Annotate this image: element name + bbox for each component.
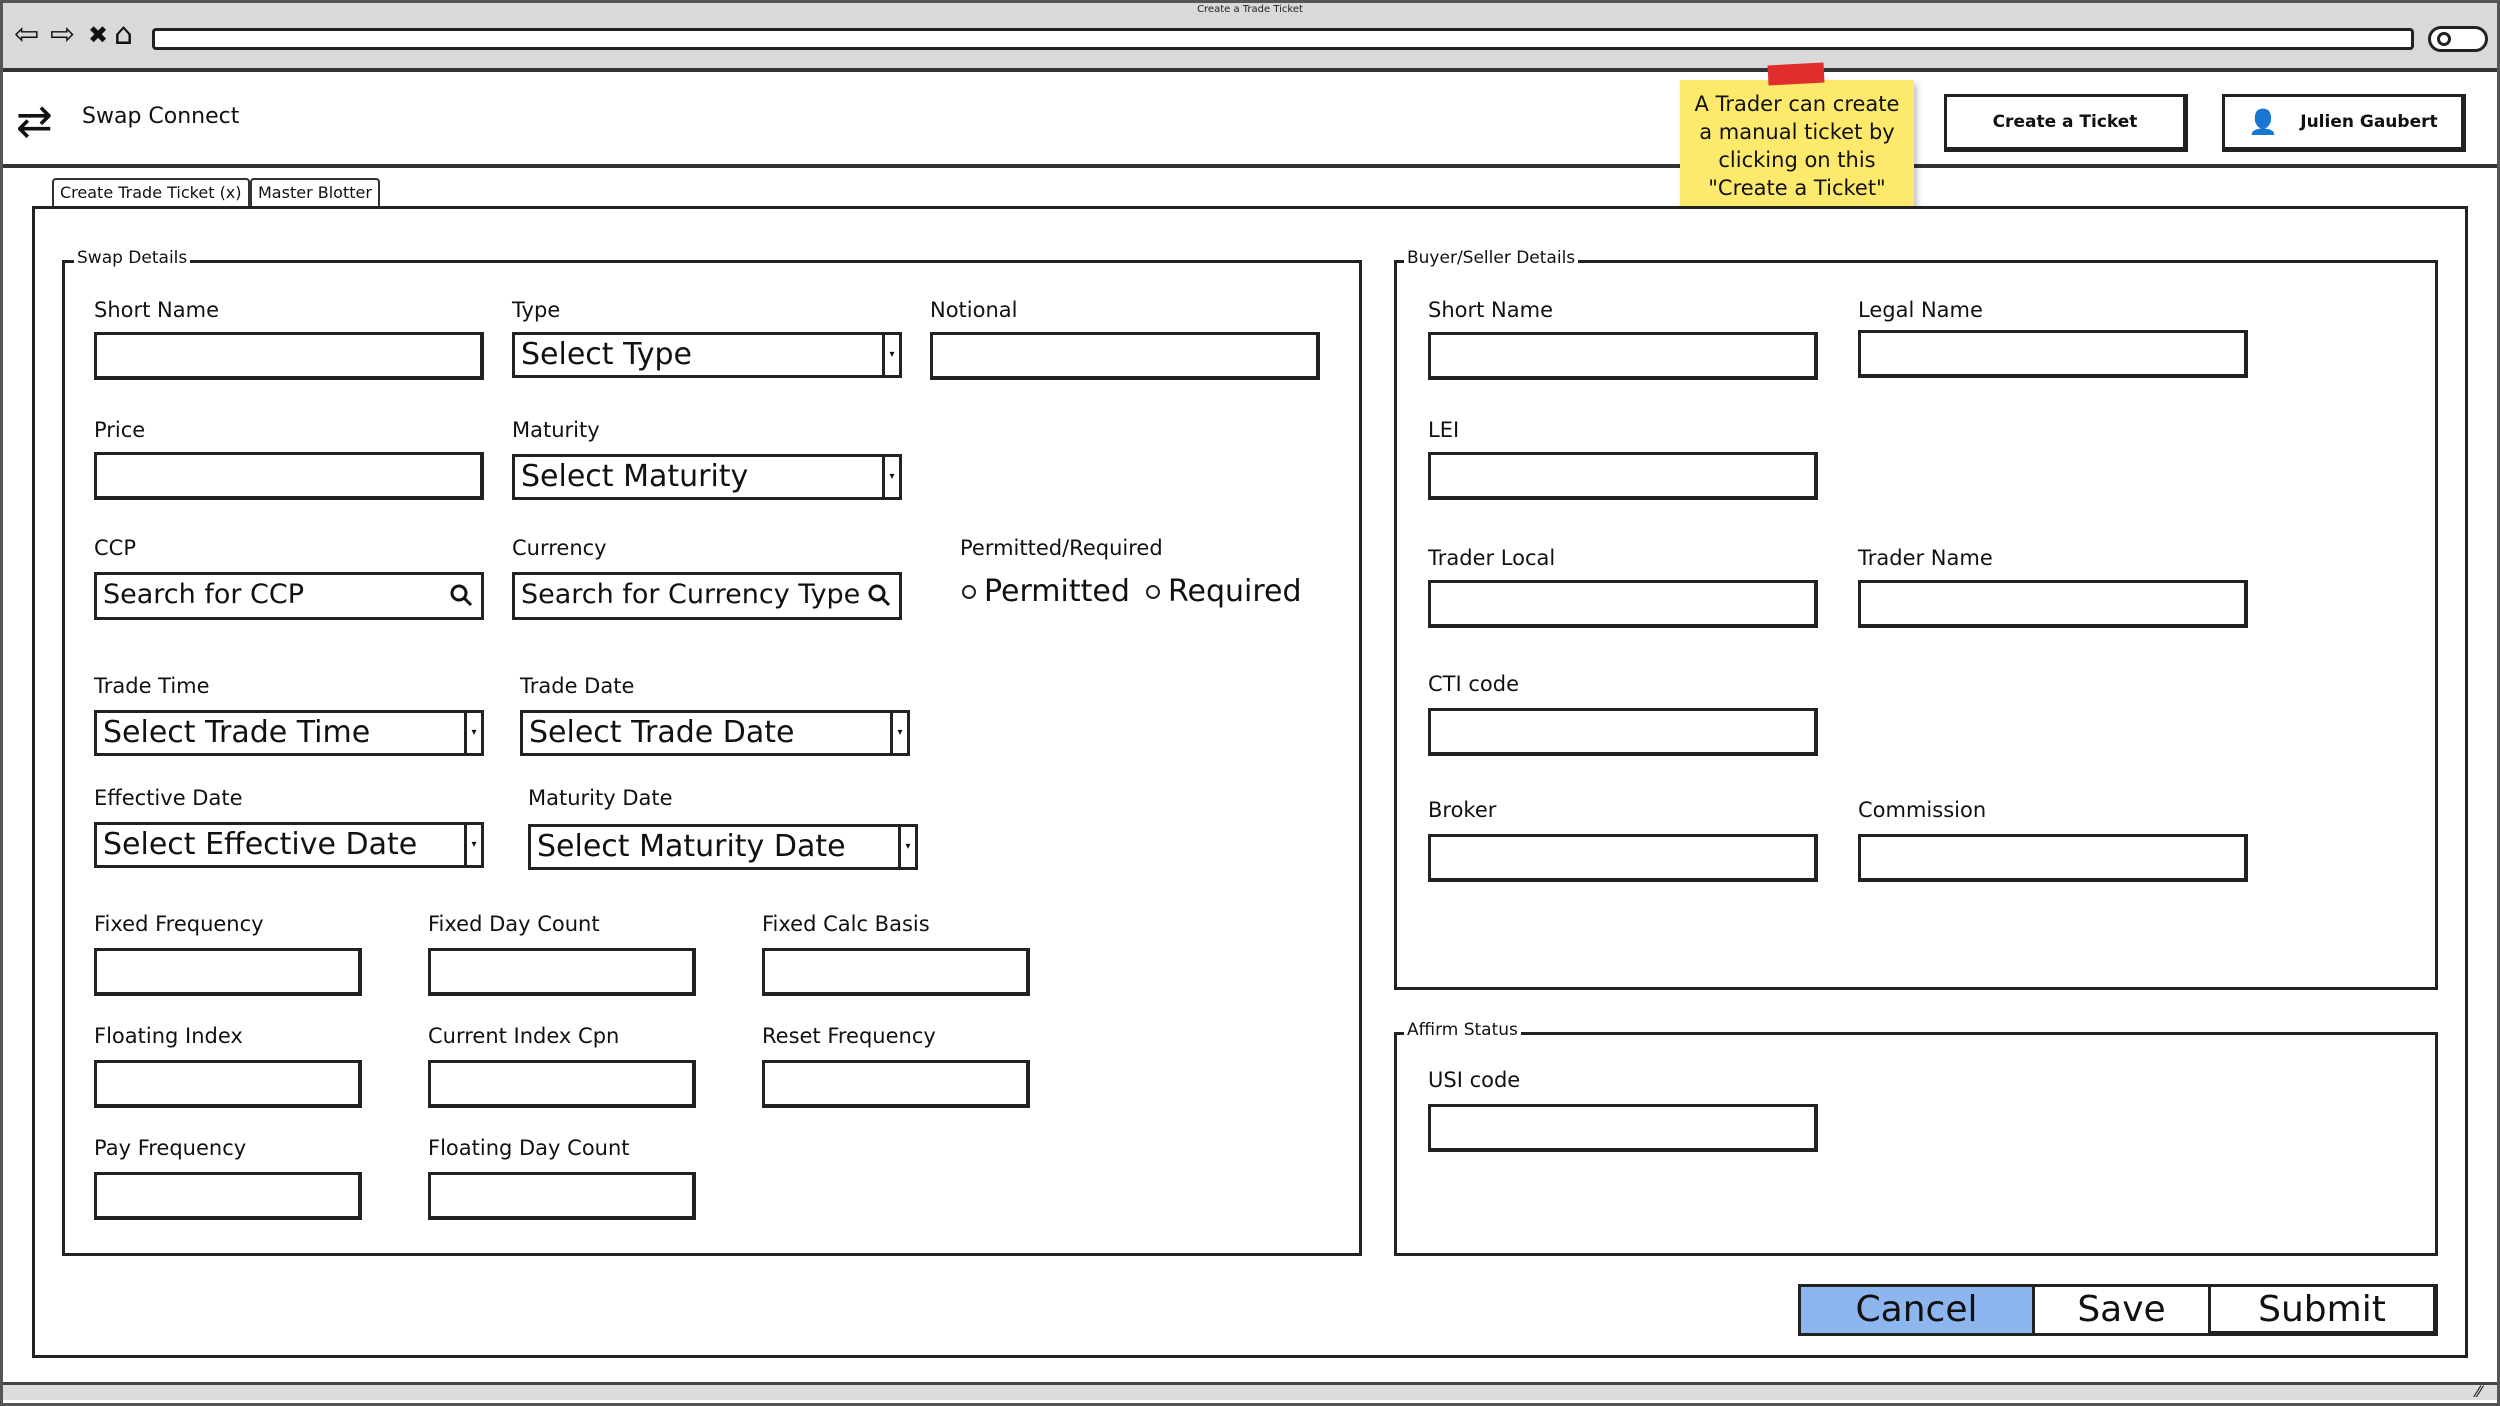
browser-frame	[0, 0, 2500, 1406]
